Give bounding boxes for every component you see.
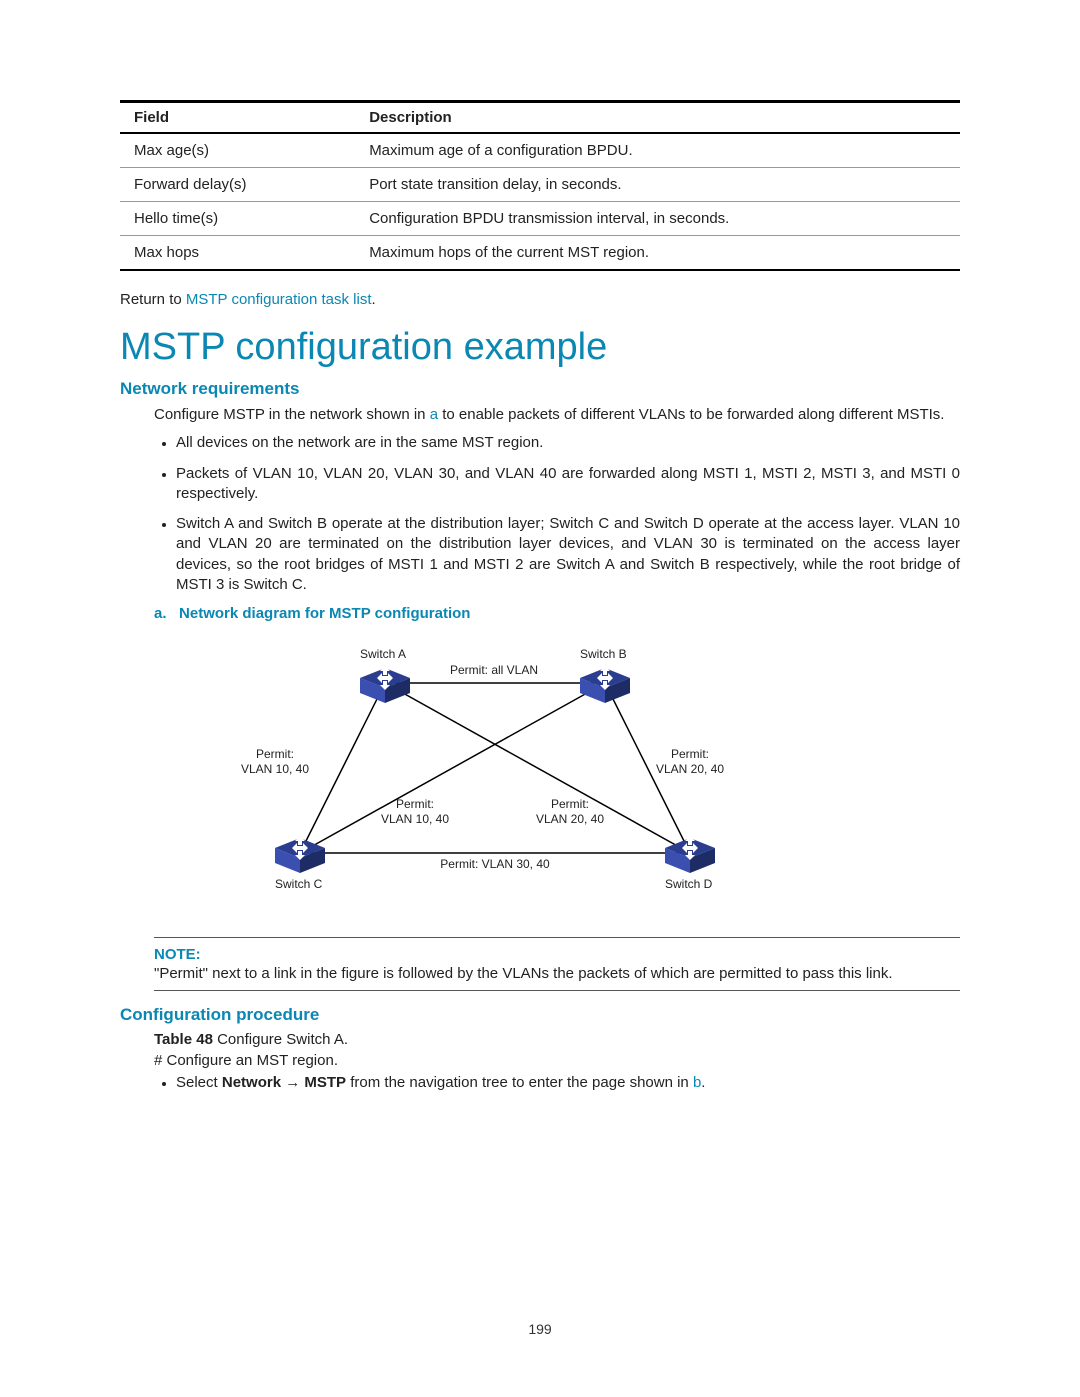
network-diagram: Switch A Switch B Switch C Switch D Perm…	[230, 628, 960, 923]
return-suffix: .	[372, 291, 376, 308]
switch-d-icon	[665, 836, 715, 873]
switch-c-icon	[275, 836, 325, 873]
conf-b1b: Network	[222, 1074, 281, 1091]
note-label: NOTE:	[154, 946, 960, 963]
intro-link-a[interactable]: a	[430, 406, 438, 423]
label-switch-d: Switch D	[665, 877, 713, 891]
table-header-field: Field	[120, 102, 355, 134]
label-link-midleft2: VLAN 10, 40	[381, 812, 449, 826]
label-switch-b: Switch B	[580, 647, 627, 661]
table-row: Max age(s) Maximum age of a configuratio…	[120, 133, 960, 168]
label-link-left2: VLAN 10, 40	[241, 762, 309, 776]
network-diagram-svg: Switch A Switch B Switch C Switch D Perm…	[230, 628, 770, 918]
label-link-top: Permit: all VLAN	[450, 663, 538, 677]
document-page: Field Description Max age(s) Maximum age…	[0, 0, 1080, 1397]
configuration-procedure-heading: Configuration procedure	[120, 1005, 960, 1025]
table-cell-desc: Port state transition delay, in seconds.	[355, 168, 960, 202]
table-cell-desc: Maximum hops of the current MST region.	[355, 236, 960, 271]
return-prefix: Return to	[120, 291, 186, 308]
label-link-right1: Permit:	[671, 747, 709, 761]
table-cell-field: Hello time(s)	[120, 202, 355, 236]
switch-b-icon	[580, 666, 630, 703]
field-description-table: Field Description Max age(s) Maximum age…	[120, 100, 960, 271]
table-cell-desc: Configuration BPDU transmission interval…	[355, 202, 960, 236]
label-switch-a: Switch A	[360, 647, 406, 661]
table-cell-field: Max hops	[120, 236, 355, 271]
conf-end: .	[701, 1074, 705, 1091]
label-switch-c: Switch C	[275, 877, 323, 891]
conf-step-1: # Configure an MST region.	[154, 1052, 960, 1069]
page-number: 199	[0, 1321, 1080, 1337]
list-item: All devices on the network are in the sa…	[176, 433, 960, 453]
return-link[interactable]: MSTP configuration task list	[186, 291, 372, 308]
intro-part1: Configure MSTP in the network shown in	[154, 406, 430, 423]
conf-table-label: Table 48 Configure Switch A.	[154, 1031, 960, 1048]
conf-bullets: Select Network → MSTP from the navigatio…	[154, 1073, 960, 1093]
requirements-list: All devices on the network are in the sa…	[154, 433, 960, 595]
table-header-row: Field Description	[120, 102, 960, 134]
label-link-right2: VLAN 20, 40	[656, 762, 724, 776]
table-row: Hello time(s) Configuration BPDU transmi…	[120, 202, 960, 236]
conf-b1a: Select	[176, 1074, 222, 1091]
network-requirements-intro: Configure MSTP in the network shown in a…	[154, 405, 960, 425]
intro-part2: to enable packets of different VLANs to …	[438, 406, 944, 423]
page-title: MSTP configuration example	[120, 326, 960, 369]
table-cell-desc: Maximum age of a configuration BPDU.	[355, 133, 960, 168]
label-link-left1: Permit:	[256, 747, 294, 761]
list-item: Switch A and Switch B operate at the dis…	[176, 514, 960, 595]
label-link-bottom: Permit: VLAN 30, 40	[440, 857, 550, 871]
note-text: "Permit" next to a link in the figure is…	[154, 965, 893, 982]
return-line: Return to MSTP configuration task list.	[120, 291, 960, 308]
conf-b1d: from the navigation tree to enter the pa…	[346, 1074, 693, 1091]
conf-table-label-rest: Configure Switch A.	[213, 1031, 348, 1048]
label-link-midright1: Permit:	[551, 797, 589, 811]
figure-caption: a. Network diagram for MSTP configuratio…	[154, 605, 960, 622]
note-box: NOTE: "Permit" next to a link in the fig…	[154, 937, 960, 991]
table-row: Forward delay(s) Port state transition d…	[120, 168, 960, 202]
label-link-midleft1: Permit:	[396, 797, 434, 811]
figure-letter: a.	[154, 605, 167, 622]
figure-title: Network diagram for MSTP configuration	[179, 605, 470, 622]
list-item: Packets of VLAN 10, VLAN 20, VLAN 30, an…	[176, 464, 960, 505]
conf-arrow: →	[281, 1074, 304, 1091]
switch-a-icon	[360, 666, 410, 703]
conf-b1c: MSTP	[304, 1074, 346, 1091]
table-cell-field: Max age(s)	[120, 133, 355, 168]
table-header-description: Description	[355, 102, 960, 134]
table-row: Max hops Maximum hops of the current MST…	[120, 236, 960, 271]
label-link-midright2: VLAN 20, 40	[536, 812, 604, 826]
table-cell-field: Forward delay(s)	[120, 168, 355, 202]
conf-table-label-bold: Table 48	[154, 1031, 213, 1048]
network-requirements-heading: Network requirements	[120, 379, 960, 399]
list-item: Select Network → MSTP from the navigatio…	[176, 1073, 960, 1093]
